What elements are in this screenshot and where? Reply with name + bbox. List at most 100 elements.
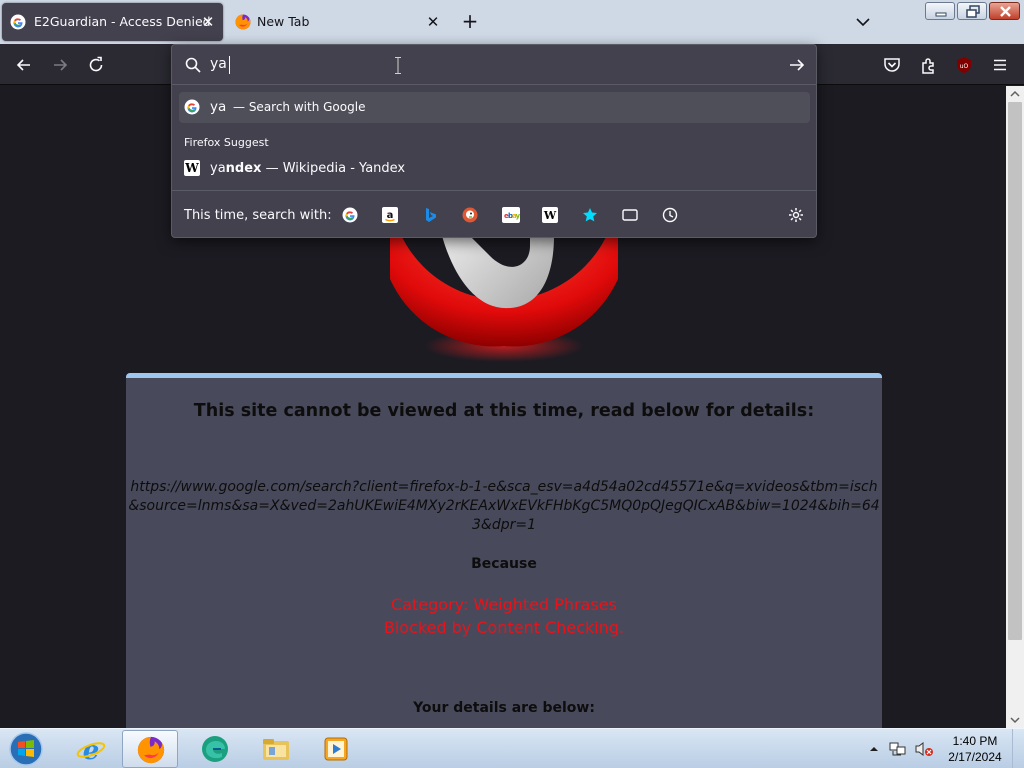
taskbar-internet-explorer[interactable]: e — [62, 730, 118, 768]
taskbar-edge[interactable] — [186, 730, 242, 768]
close-icon — [1000, 6, 1011, 17]
restore-window-button[interactable] — [957, 2, 987, 20]
pocket-icon — [884, 58, 900, 72]
suggestion-completion: ndex — [225, 161, 262, 176]
restore-icon — [966, 5, 980, 18]
search-duckduckgo-button[interactable] — [460, 205, 480, 225]
search-amazon-button[interactable]: a — [380, 205, 400, 225]
suggestion-query: ya — [210, 99, 227, 115]
star-icon — [583, 208, 597, 222]
amazon-icon: a — [382, 207, 398, 223]
search-ebay-button[interactable]: ebay — [500, 205, 520, 225]
app-menu-button[interactable] — [986, 52, 1014, 78]
tab-e2guardian[interactable]: E2Guardian - Access Denied ✕ — [2, 3, 223, 41]
suggestion-text: yandex — Wikipedia - Yandex — [210, 161, 405, 176]
search-icon — [185, 57, 201, 73]
ibeam-cursor-icon — [395, 57, 401, 74]
because-label: Because — [471, 556, 537, 572]
media-player-icon — [324, 737, 348, 761]
search-bing-button[interactable] — [420, 205, 440, 225]
clock-icon — [662, 207, 678, 223]
vertical-scrollbar[interactable] — [1006, 86, 1024, 728]
clock-date[interactable]: 2/17/2024 — [940, 750, 1010, 764]
volume-muted-icon[interactable] — [914, 741, 934, 757]
suggestion-source: — Wikipedia - Yandex — [261, 161, 406, 176]
firefox-icon — [235, 14, 251, 30]
folder-icon — [263, 739, 289, 760]
bing-icon — [426, 208, 436, 222]
show-desktop-button[interactable] — [1012, 729, 1024, 768]
tab-strip: E2Guardian - Access Denied ✕ New Tab ✕ + — [0, 0, 1024, 44]
address-bar[interactable] — [172, 45, 816, 85]
pocket-button[interactable] — [878, 52, 906, 78]
google-g-icon — [342, 207, 358, 223]
close-tab-icon[interactable]: ✕ — [199, 13, 217, 31]
puzzle-icon — [922, 58, 934, 74]
svg-text:e: e — [83, 736, 100, 763]
tab-title: E2Guardian - Access Denied — [34, 14, 211, 29]
clock-time[interactable]: 1:40 PM — [940, 734, 1010, 748]
arrow-left-icon — [16, 59, 30, 71]
taskbar-media-player[interactable] — [308, 730, 364, 768]
svg-text:a: a — [387, 210, 394, 221]
access-denied-card: This site cannot be viewed at this time,… — [126, 373, 882, 728]
tab-new-tab[interactable]: New Tab ✕ — [230, 3, 448, 41]
suggestion-search-google[interactable]: ya — Search with Google — [179, 92, 810, 123]
block-reason: Blocked by Content Checking. — [383, 618, 625, 637]
search-history-button[interactable] — [660, 205, 680, 225]
search-bookmarks-button[interactable] — [580, 205, 600, 225]
new-tab-plus-icon[interactable]: + — [458, 10, 482, 34]
search-wikipedia-button[interactable]: W — [540, 205, 560, 225]
reload-icon — [89, 56, 103, 72]
wikipedia-icon: W — [542, 207, 558, 223]
suggestion-typed: ya — [210, 161, 226, 176]
chevron-down-icon[interactable] — [852, 12, 874, 32]
suggestion-action-text: — Search with Google — [233, 100, 366, 114]
windows-start-icon[interactable] — [6, 730, 46, 768]
search-settings-button[interactable] — [786, 205, 806, 225]
ublock-origin-button[interactable]: uO — [950, 52, 978, 78]
address-input[interactable] — [210, 56, 610, 72]
minimize-window-button[interactable] — [925, 2, 955, 20]
svg-text:W: W — [543, 209, 557, 222]
extensions-button[interactable] — [915, 52, 943, 78]
svg-text:y: y — [516, 212, 521, 220]
google-g-icon — [184, 99, 200, 115]
suggestion-wikipedia-yandex[interactable]: W yandex — Wikipedia - Yandex — [179, 157, 810, 183]
scroll-down-arrow-icon[interactable] — [1006, 712, 1024, 728]
search-google-button[interactable] — [340, 205, 360, 225]
taskbar-file-explorer[interactable] — [247, 730, 303, 768]
details-heading: Your details are below: — [413, 700, 595, 716]
search-tabs-button[interactable] — [620, 205, 640, 225]
scroll-up-arrow-icon[interactable] — [1006, 86, 1024, 102]
google-g-icon — [10, 14, 26, 30]
taskbar-firefox[interactable] — [122, 730, 178, 768]
firefox-suggest-heading: Firefox Suggest — [184, 136, 269, 149]
svg-text:uO: uO — [960, 63, 969, 70]
show-hidden-icons-arrow-icon[interactable] — [868, 743, 880, 755]
close-tab-icon[interactable]: ✕ — [424, 13, 442, 31]
oneoff-search-label: This time, search with: — [184, 208, 332, 223]
internet-explorer-icon: e — [76, 736, 106, 763]
go-arrow-icon[interactable] — [788, 56, 806, 74]
close-window-button[interactable] — [989, 2, 1020, 20]
reload-button[interactable] — [82, 52, 110, 78]
hamburger-menu-icon — [994, 59, 1006, 71]
address-bar-popup: ya — Search with Google Firefox Suggest … — [171, 44, 817, 238]
tab-title: New Tab — [257, 14, 310, 29]
text-caret — [229, 56, 230, 74]
duckduckgo-icon — [462, 207, 478, 223]
tab-icon — [622, 209, 638, 221]
blocked-url: https://www.google.com/search?client=fir… — [128, 479, 880, 533]
back-button[interactable] — [10, 52, 38, 78]
network-icon[interactable] — [889, 741, 907, 757]
block-category: Category: Weighted Phrases — [391, 595, 617, 614]
denied-heading: This site cannot be viewed at this time,… — [193, 401, 815, 421]
scrollbar-thumb[interactable] — [1008, 102, 1022, 640]
windows-taskbar: e 1:40 PM 2/17/2024 — [0, 728, 1024, 768]
wikipedia-icon: W — [184, 160, 200, 176]
forward-button[interactable] — [46, 52, 74, 78]
minimize-icon — [935, 12, 947, 17]
firefox-icon — [137, 736, 165, 764]
arrow-right-icon — [54, 59, 68, 71]
